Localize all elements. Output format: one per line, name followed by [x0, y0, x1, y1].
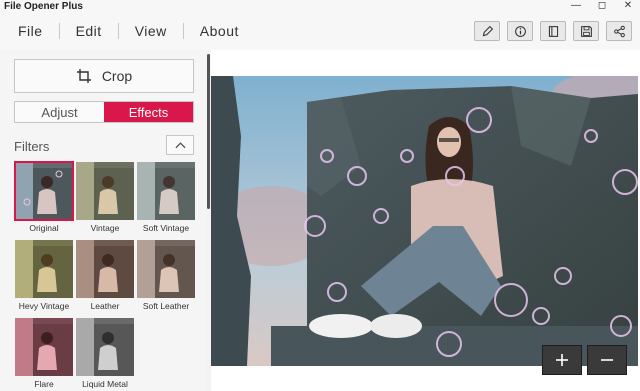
filter-label-vintage: Vintage — [90, 223, 120, 233]
filter-label-soft-leather: Soft Leather — [142, 301, 190, 311]
panel-button[interactable] — [540, 21, 566, 41]
filter-preview-image — [76, 318, 134, 376]
menu-bar: File Edit View About — [0, 14, 640, 50]
filter-thumb-original[interactable] — [14, 161, 74, 221]
filter-thumb-soft-vintage[interactable] — [137, 162, 195, 220]
save-icon — [580, 25, 592, 37]
filter-thumb-liquid-metal[interactable] — [76, 318, 134, 376]
close-button[interactable]: ✕ — [622, 0, 634, 12]
share-button[interactable] — [606, 21, 632, 41]
menu-edit[interactable]: Edit — [60, 23, 119, 39]
minimize-button[interactable]: — — [570, 0, 582, 12]
filter-preview-image — [137, 162, 195, 220]
zoom-out-button[interactable] — [587, 345, 627, 375]
tab-adjust[interactable]: Adjust — [15, 102, 104, 122]
menu-about[interactable]: About — [184, 23, 255, 39]
edit-button[interactable] — [474, 21, 500, 41]
toolbar — [474, 21, 632, 41]
filter-label-original: Original — [29, 223, 59, 233]
crop-button[interactable]: Crop — [14, 59, 194, 93]
info-icon — [514, 25, 526, 37]
filter-preview-image — [15, 318, 73, 376]
share-icon — [613, 25, 625, 37]
app-title: File Opener Plus — [4, 1, 83, 12]
menu-file[interactable]: File — [0, 23, 60, 39]
maximize-button[interactable]: ◻ — [596, 0, 608, 12]
filter-thumb-hevy-vintage[interactable] — [15, 240, 73, 298]
mode-tabs: Adjust Effects — [14, 101, 194, 123]
filter-preview-image — [76, 162, 134, 220]
minus-icon — [601, 359, 613, 361]
zoom-in-button[interactable] — [542, 345, 582, 375]
edited-photo[interactable] — [211, 76, 638, 366]
filter-thumb-leather[interactable] — [76, 240, 134, 298]
filter-thumb-vintage[interactable] — [76, 162, 134, 220]
filter-preview-image — [137, 240, 195, 298]
window-controls: — ◻ ✕ — [570, 0, 634, 12]
filter-label-flare: Flare — [34, 379, 54, 389]
plus-icon — [556, 354, 568, 366]
filter-thumb-soft-leather[interactable] — [137, 240, 195, 298]
photo-image — [211, 76, 638, 366]
pencil-icon — [482, 25, 493, 36]
filter-preview-image — [76, 240, 134, 298]
filter-preview-image — [15, 240, 73, 298]
menu-view[interactable]: View — [119, 23, 184, 39]
tab-effects[interactable]: Effects — [104, 102, 193, 122]
chevron-up-icon — [174, 142, 186, 149]
main-menu: File Edit View About — [0, 23, 255, 39]
save-button[interactable] — [573, 21, 599, 41]
filter-label-liquid-metal: Liquid Metal — [82, 379, 128, 389]
info-button[interactable] — [507, 21, 533, 41]
filter-preview-image — [15, 162, 73, 220]
title-bar: File Opener Plus — ◻ ✕ — [0, 0, 640, 14]
filter-label-hevy-vintage: Hevy Vintage — [18, 301, 70, 311]
collapse-filters-button[interactable] — [166, 135, 194, 155]
filter-label-soft-vintage: Soft Vintage — [142, 223, 190, 233]
edit-sidebar: Crop Adjust Effects Filters Original Vin… — [0, 50, 206, 391]
filter-label-leather: Leather — [90, 301, 120, 311]
panel-icon — [548, 25, 558, 37]
sidebar-scrollbar[interactable] — [207, 54, 210, 209]
crop-label: Crop — [101, 68, 133, 84]
crop-icon — [76, 69, 91, 83]
filter-thumb-flare[interactable] — [15, 318, 73, 376]
filters-heading: Filters — [14, 139, 50, 154]
